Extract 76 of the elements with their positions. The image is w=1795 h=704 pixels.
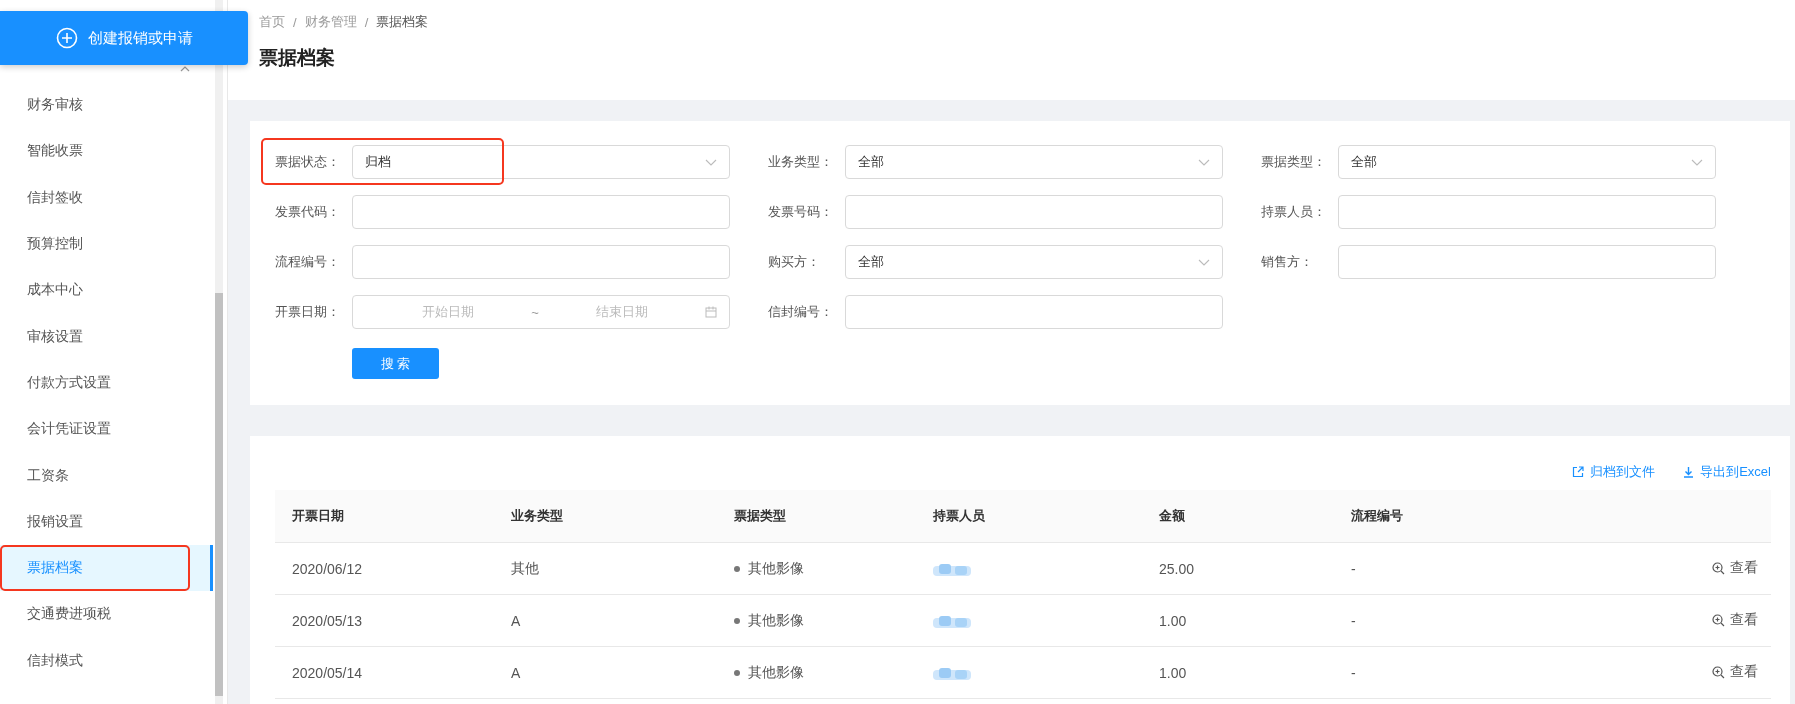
table-cell: 其他影像 — [748, 559, 804, 576]
plus-circle-icon — [55, 27, 78, 49]
zoom-in-icon — [1712, 561, 1725, 575]
table-cell: A — [494, 646, 717, 699]
field-label: 发票号码： — [767, 203, 834, 221]
menu-item[interactable]: 成本中心 — [0, 267, 213, 314]
input-field[interactable] — [845, 295, 1223, 329]
field-label: 票据状态： — [274, 153, 341, 171]
table-cell: 2020/06/12 — [275, 542, 494, 595]
breadcrumb-separator: / — [364, 14, 369, 30]
column-header: 业务类型 — [494, 490, 717, 543]
field-label: 购买方： — [767, 253, 821, 271]
table-cell: - — [1334, 542, 1542, 595]
table-cell: 其他影像 — [748, 611, 804, 628]
menu-item[interactable]: 智能收票 — [0, 128, 213, 175]
field-label: 持票人员： — [1260, 203, 1327, 221]
breadcrumb-separator: / — [293, 14, 297, 30]
menu-item[interactable]: 信封模式 — [0, 637, 213, 684]
input-field[interactable] — [845, 195, 1223, 229]
column-header: 流程编号 — [1334, 490, 1542, 543]
input-field[interactable] — [352, 195, 730, 229]
table-cell: 2020/05/14 — [275, 646, 494, 699]
table-cell: 其他影像 — [748, 663, 804, 680]
menu-item[interactable]: 财务审核 — [0, 82, 213, 129]
page-title: 票据档案 — [259, 46, 336, 70]
status-dot — [734, 565, 740, 572]
menu-item[interactable]: 审核设置 — [0, 313, 213, 360]
menu-item[interactable]: 付款方式设置 — [0, 359, 213, 407]
field-label: 信封编号： — [767, 303, 834, 321]
chevron-up-icon[interactable] — [180, 65, 190, 72]
chevron-down-icon — [1198, 258, 1210, 266]
input-field[interactable] — [1338, 195, 1716, 229]
field-label: 销售方： — [1260, 253, 1314, 271]
chevron-down-icon — [1198, 158, 1210, 166]
table-cell: 1.00 — [1142, 594, 1334, 647]
field-label: 开票日期： — [274, 303, 341, 321]
field-label: 票据类型： — [1260, 153, 1327, 171]
external-link-icon — [1572, 466, 1585, 478]
column-header: 开票日期 — [275, 490, 494, 543]
table-cell: - — [1334, 594, 1542, 647]
menu-item[interactable]: 会计凭证设置 — [0, 406, 213, 453]
status-dot — [734, 669, 740, 676]
field-label: 业务类型： — [767, 153, 834, 171]
view-link[interactable]: 查看 — [1712, 559, 1758, 578]
view-link[interactable]: 查看 — [1712, 663, 1758, 682]
chevron-down-icon — [1691, 158, 1703, 166]
menu-item[interactable]: 交通费进项税 — [0, 591, 213, 638]
table-cell: A — [494, 594, 717, 647]
download-icon — [1683, 466, 1695, 478]
calendar-icon — [705, 306, 717, 318]
column-header: 持票人员 — [916, 490, 1142, 543]
select-field[interactable]: 全部 — [1338, 145, 1716, 179]
select-field[interactable]: 全部 — [845, 145, 1223, 179]
status-dot — [734, 617, 740, 624]
menu-item[interactable]: 报销设置 — [0, 498, 213, 545]
input-field[interactable] — [352, 245, 730, 279]
table-cell: 1.00 — [1142, 646, 1334, 699]
breadcrumb-current: 票据档案 — [376, 13, 429, 31]
field-label: 发票代码： — [274, 203, 341, 221]
column-header: 票据类型 — [717, 490, 916, 543]
field-label: 流程编号： — [274, 253, 341, 271]
menu-item[interactable]: 预算控制 — [0, 220, 213, 268]
table-cell: - — [1334, 646, 1542, 699]
select-field[interactable]: 归档 — [352, 145, 730, 179]
chevron-down-icon — [705, 158, 717, 166]
column-header: 金额 — [1142, 490, 1334, 543]
zoom-in-icon — [1712, 613, 1725, 627]
menu-item[interactable]: 工资条 — [0, 452, 213, 499]
zoom-in-icon — [1712, 665, 1725, 679]
view-link[interactable]: 查看 — [1712, 611, 1758, 630]
select-field[interactable]: 全部 — [845, 245, 1223, 279]
table-cell: 2020/05/13 — [275, 594, 494, 647]
input-field[interactable] — [1338, 245, 1716, 279]
table-cell: 25.00 — [1142, 542, 1334, 595]
menu-item[interactable]: 信封签收 — [0, 174, 213, 221]
table-cell: 其他 — [494, 542, 717, 595]
